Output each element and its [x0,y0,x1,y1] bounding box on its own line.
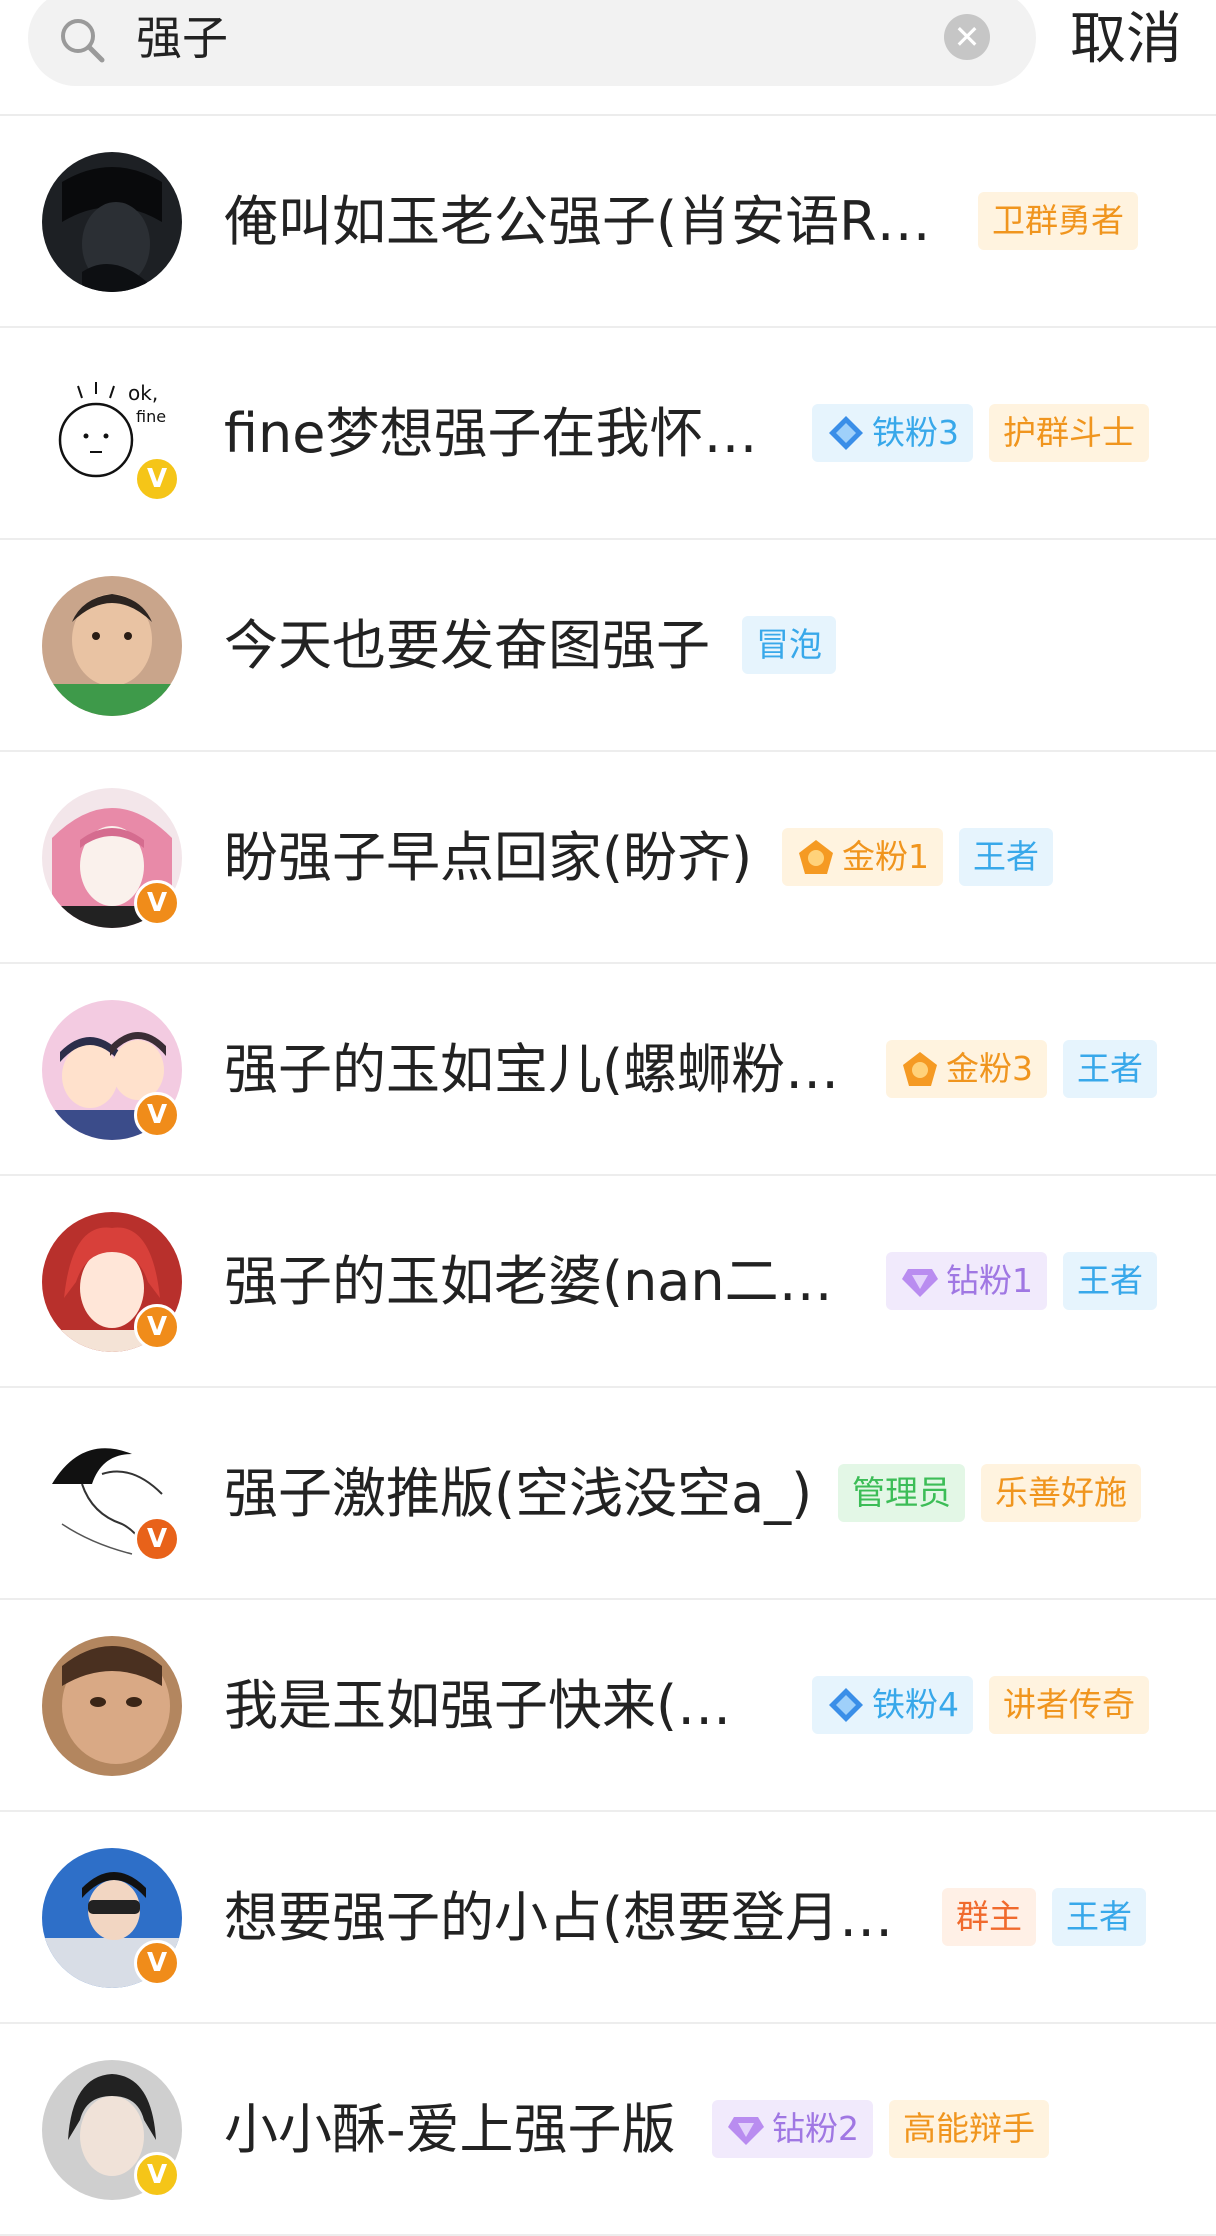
admin-tag: 管理员 [838,1464,965,1522]
title-tag: 冒泡 [742,616,836,674]
svg-text:ok,: ok, [128,381,158,405]
member-name: 强子的玉如老婆(nan二… [224,1250,833,1313]
title-tag: 王者 [1063,1252,1157,1310]
owner-tag: 群主 [942,1888,1036,1946]
title-tag: 卫群勇者 [978,192,1138,250]
member-name: 俺叫如玉老公强子(肖安语R… [224,190,931,253]
member-name: 强子的玉如宝儿(螺蛳粉… [224,1038,840,1101]
member-name: 强子激推版(空浅没空a_) [224,1462,813,1525]
list-item[interactable]: V 盼强子早点回家(盼齐) 金粉1 王者 [0,752,1216,964]
tag-list: 铁粉3 护群斗士 [812,404,1165,462]
tag-list: 卫群勇者 [978,192,1154,250]
tag-list: 群主 王者 [942,1888,1162,1946]
search-input[interactable]: 强子 ✕ [28,0,1036,86]
search-query[interactable]: 强子 [136,6,228,70]
verified-badge-icon: V [134,1304,180,1350]
list-item[interactable]: V 小小酥-爱上强子版 钻粉2 高能辩手 [0,2024,1216,2236]
search-header: 强子 ✕ 取消 [0,0,1216,116]
gem-icon [728,2117,764,2145]
verified-badge-icon: V [134,880,180,926]
tag-list: 钻粉2 高能辩手 [712,2100,1065,2158]
avatar [42,1636,182,1776]
tag-list: 金粉3 王者 [886,1040,1173,1098]
fan-level-tag: 铁粉3 [812,404,973,462]
verified-badge-icon: V [134,1940,180,1986]
avatar [42,576,182,716]
tag-list: 管理员 乐善好施 [838,1464,1157,1522]
list-item[interactable]: V 强子的玉如宝儿(螺蛳粉… 金粉3 王者 [0,964,1216,1176]
verified-badge-icon: V [134,456,180,502]
title-tag: 护群斗士 [989,404,1149,462]
member-name: 我是玉如强子快来(… [224,1674,732,1737]
list-item[interactable]: ok, fine V fine梦想强子在我怀… 铁粉3 护群斗士 [0,328,1216,540]
verified-badge-icon: V [134,2152,180,2198]
tag-list: 金粉1 王者 [782,828,1069,886]
avatar [42,152,182,292]
fan-level-tag: 金粉1 [782,828,943,886]
title-tag: 高能辩手 [889,2100,1049,2158]
gem-icon [902,1269,938,1297]
crown-icon [799,840,833,874]
list-item[interactable]: V 强子的玉如老婆(nan二… 钻粉1 王者 [0,1176,1216,1388]
verified-badge-icon: V [134,1092,180,1138]
fan-level-tag: 钻粉2 [712,2100,873,2158]
tag-list: 冒泡 [742,616,852,674]
list-item[interactable]: 俺叫如玉老公强子(肖安语R… 卫群勇者 [0,116,1216,328]
fan-level-tag: 钻粉1 [886,1252,1047,1310]
tag-list: 铁粉4 讲者传奇 [812,1676,1165,1734]
title-tag: 乐善好施 [981,1464,1141,1522]
svg-text:fine: fine [136,407,166,426]
fan-level-tag: 金粉3 [886,1040,1047,1098]
clear-search-icon[interactable]: ✕ [944,14,990,60]
member-name: 小小酥-爱上强子版 [224,2098,676,2161]
list-item[interactable]: V 强子激推版(空浅没空a_) 管理员 乐善好施 [0,1388,1216,1600]
title-tag: 王者 [1052,1888,1146,1946]
title-tag: 王者 [959,828,1053,886]
crown-icon [903,1052,937,1086]
cancel-button[interactable]: 取消 [1070,4,1182,76]
list-item[interactable]: 我是玉如强子快来(… 铁粉4 讲者传奇 [0,1600,1216,1812]
title-tag: 讲者传奇 [989,1676,1149,1734]
search-icon [61,19,105,63]
title-tag: 王者 [1063,1040,1157,1098]
member-name: 想要强子的小占(想要登月… [224,1886,894,1949]
member-name: 今天也要发奋图强子 [224,614,710,677]
list-item[interactable]: 今天也要发奋图强子 冒泡 [0,540,1216,752]
list-item[interactable]: V 想要强子的小占(想要登月… 群主 王者 [0,1812,1216,2024]
tag-list: 钻粉1 王者 [886,1252,1173,1310]
fan-level-tag: 铁粉4 [812,1676,973,1734]
diamond-icon [829,1688,863,1722]
member-name: 盼强子早点回家(盼齐) [224,826,753,889]
verified-badge-icon: V [134,1516,180,1562]
diamond-icon [829,416,863,450]
member-name: fine梦想强子在我怀… [224,402,758,465]
